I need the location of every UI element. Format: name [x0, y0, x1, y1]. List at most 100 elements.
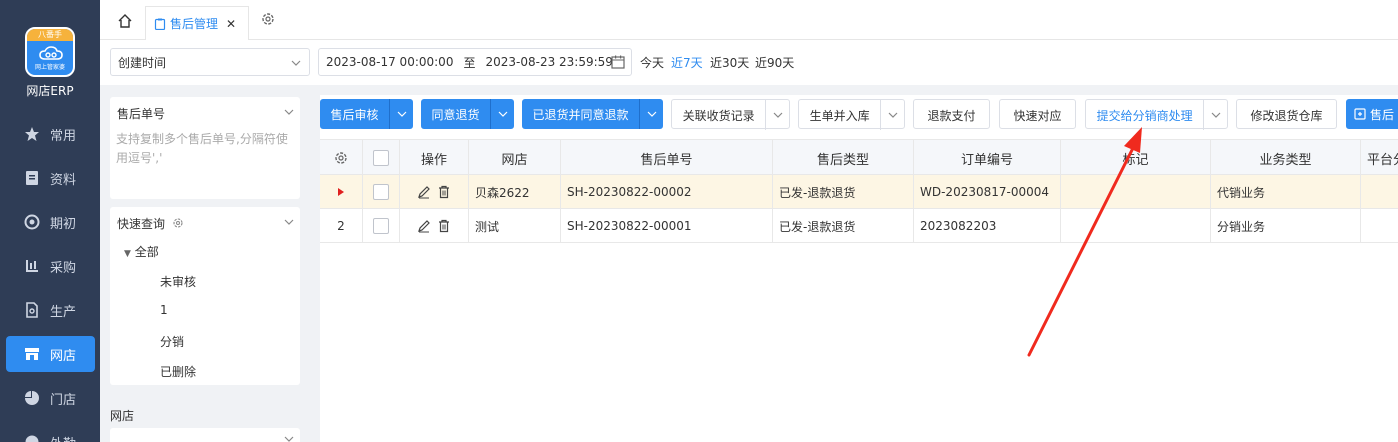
tab-aftersale-management[interactable]: 售后管理 ✕: [145, 6, 249, 40]
chevron-down-icon[interactable]: [389, 99, 413, 129]
star-icon: [22, 124, 42, 144]
quick-query-card: 快速查询 ▼ 全部 未审核 1 分销 已删除: [110, 207, 300, 385]
tree-item-1[interactable]: 1: [160, 303, 168, 317]
submit-distributor-button[interactable]: 提交给分销商处理: [1085, 99, 1228, 130]
quick-7days[interactable]: 近7天: [671, 54, 703, 71]
order-no-input[interactable]: 支持复制多个售后单号,分隔符使用逗号',': [116, 130, 294, 168]
store-label: 网店: [110, 409, 135, 423]
row-checkbox[interactable]: [373, 184, 389, 200]
select-all-checkbox[interactable]: [373, 150, 389, 166]
column-settings[interactable]: [320, 140, 363, 176]
file-icon: [22, 300, 42, 320]
left-filter-panel: 售后单号 支持复制多个售后单号,分隔符使用逗号',' 快速查询 ▼ 全部 未审核…: [100, 85, 310, 442]
header-store: 网店: [469, 140, 561, 176]
row-actions: [400, 175, 469, 209]
export-icon: [1354, 108, 1366, 120]
calendar-icon: [611, 55, 625, 69]
nav-item-production[interactable]: 生产: [6, 292, 95, 328]
returned-refund-button[interactable]: 已退货并同意退款: [522, 99, 663, 129]
chevron-down-icon: [284, 436, 294, 442]
chevron-down-icon[interactable]: [765, 100, 789, 130]
quick-30days[interactable]: 近30天: [710, 54, 749, 71]
field-icon: [22, 432, 42, 442]
generate-stock-button[interactable]: 生单并入库: [798, 99, 905, 130]
delete-icon[interactable]: [437, 219, 451, 233]
chevron-down-icon[interactable]: [880, 100, 904, 130]
nav-item-label: 网店: [50, 348, 77, 364]
chevron-down-icon[interactable]: [490, 99, 514, 129]
row-checkbox[interactable]: [373, 218, 389, 234]
chevron-down-icon[interactable]: [1203, 100, 1227, 130]
caret-down-icon: ▼: [124, 249, 131, 259]
delete-icon[interactable]: [437, 185, 451, 199]
refund-pay-button[interactable]: 退款支付: [913, 99, 990, 129]
nav-item-label: 门店: [50, 392, 77, 408]
tree-item-deleted[interactable]: 已删除: [160, 363, 196, 380]
nav-item-purchase[interactable]: 采购: [6, 248, 95, 284]
caret-right-icon: [338, 188, 344, 196]
audit-button[interactable]: 售后审核: [320, 99, 413, 129]
cell-order-no: 2023082203: [914, 209, 1061, 243]
nav-item-label: 资料: [50, 172, 77, 188]
cell-aftersale-type: 已发-退款退货: [773, 175, 914, 209]
nav-item-online-store[interactable]: 网店: [6, 336, 95, 372]
home-tab[interactable]: [110, 8, 140, 34]
agree-return-button[interactable]: 同意退货: [421, 99, 514, 129]
pie-icon: [22, 388, 42, 408]
logo-sub-text: 网上管家婆: [34, 64, 65, 71]
table-row[interactable]: 2 测试 SH-20230822-00001 已发-退款退货 202308220…: [320, 209, 1398, 243]
cell-mark: [1061, 209, 1211, 243]
header-platform: 平台分: [1367, 152, 1398, 168]
cell-aftersale-type: 已发-退款退货: [773, 209, 914, 243]
quick-90days[interactable]: 近90天: [755, 54, 794, 71]
nav-item-initial[interactable]: 期初: [6, 204, 95, 240]
chevron-down-icon[interactable]: [639, 99, 663, 129]
gear-icon[interactable]: [172, 217, 184, 229]
header-action: 操作: [400, 140, 469, 176]
app-logo: 八番手 网上管家婆: [25, 27, 75, 77]
document-icon: [22, 168, 42, 188]
brand-name: 网店ERP: [26, 84, 74, 98]
gear-icon[interactable]: [260, 11, 276, 27]
aftersale-button[interactable]: 售后: [1346, 99, 1398, 129]
nav-item-data[interactable]: 资料: [6, 160, 95, 196]
logo-top-text: 八番手: [27, 29, 73, 41]
range-separator: 至: [463, 55, 476, 70]
tree-item-unaudited[interactable]: 未审核: [160, 273, 196, 290]
nav-item-label: 生产: [50, 304, 77, 320]
nav-item-field[interactable]: 外勤: [6, 424, 95, 442]
quick-today[interactable]: 今天: [640, 54, 664, 71]
cell-store: 测试: [469, 209, 561, 243]
cell-store: 贝森2622: [469, 175, 561, 209]
edit-icon[interactable]: [417, 219, 431, 233]
row-select-cell: [363, 209, 400, 243]
end-date: 2023-08-23 23:59:59: [485, 55, 613, 69]
order-no-title: 售后单号: [117, 107, 166, 121]
header-biz-type: 业务类型: [1211, 140, 1361, 176]
edit-icon[interactable]: [417, 185, 431, 199]
order-no-card: 售后单号 支持复制多个售后单号,分隔符使用逗号',': [110, 97, 300, 199]
target-icon: [22, 212, 42, 232]
quick-match-button[interactable]: 快速对应: [999, 99, 1076, 129]
gear-icon: [335, 152, 347, 164]
chevron-down-icon[interactable]: [284, 217, 294, 227]
nav-item-common[interactable]: 常用: [6, 116, 95, 152]
date-range-picker[interactable]: 2023-08-17 00:00:00 至 2023-08-23 23:59:5…: [318, 48, 632, 76]
tree-item-distribution[interactable]: 分销: [160, 333, 184, 350]
chevron-down-icon[interactable]: [284, 107, 294, 117]
store-select[interactable]: [110, 428, 300, 442]
modify-warehouse-button[interactable]: 修改退货仓库: [1236, 99, 1337, 129]
table-header: 操作 网店 售后单号 售后类型 订单编号 标记 业务类型 平台分: [320, 139, 1398, 176]
store-icon: [22, 344, 42, 364]
home-icon: [118, 14, 132, 28]
table-row[interactable]: 贝森2622 SH-20230822-00002 已发-退款退货 WD-2023…: [320, 175, 1398, 209]
nav-item-label: 采购: [50, 260, 77, 276]
nav-item-retail-store[interactable]: 门店: [6, 380, 95, 416]
row-index: 2: [320, 209, 363, 243]
close-icon[interactable]: ✕: [226, 17, 236, 31]
date-type-select[interactable]: 创建时间: [110, 48, 310, 76]
cell-aftersale-no: SH-20230822-00001: [561, 209, 773, 243]
tab-bar: 售后管理 ✕: [100, 0, 1398, 40]
link-receipt-button[interactable]: 关联收货记录: [671, 99, 790, 130]
tree-root[interactable]: ▼ 全部: [124, 243, 159, 260]
